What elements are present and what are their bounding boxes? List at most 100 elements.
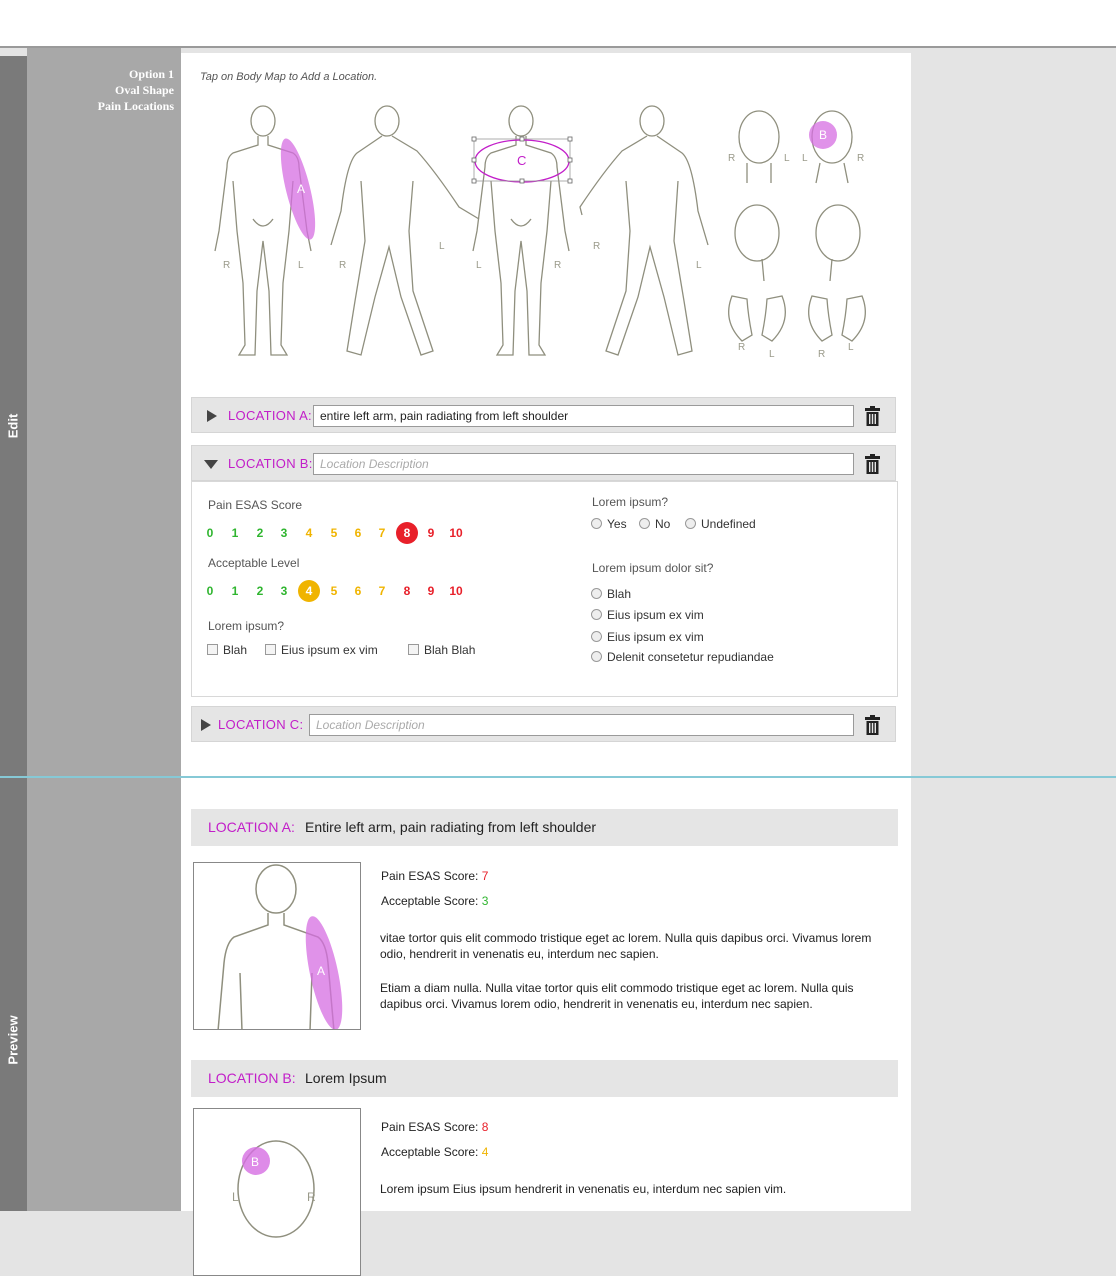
preview-b-pain: Pain ESAS Score: 8 (381, 1120, 488, 1134)
resize-handle[interactable] (471, 178, 477, 184)
score-option[interactable]: 10 (445, 580, 467, 602)
preview-location-b-header: LOCATION B: Lorem Ipsum (191, 1060, 898, 1097)
location-a-input[interactable] (313, 405, 854, 427)
score-option[interactable]: 6 (347, 580, 369, 602)
collapse-arrow-icon[interactable] (204, 460, 218, 469)
side-letter-r2: R (339, 260, 346, 271)
score-option[interactable]: 4 (298, 522, 320, 544)
radio-button[interactable] (591, 631, 602, 642)
location-a-row[interactable]: LOCATION A: (191, 397, 896, 433)
trash-icon[interactable] (865, 406, 880, 426)
radio-button[interactable] (591, 588, 602, 599)
radio-button[interactable] (639, 518, 650, 529)
score-option[interactable]: 9 (420, 580, 442, 602)
expand-arrow-icon[interactable] (207, 410, 217, 422)
radio-option[interactable]: Eius ipsum ex vim (591, 630, 704, 644)
resize-handle[interactable] (567, 136, 573, 142)
radio-button[interactable] (685, 518, 696, 529)
radio-button[interactable] (591, 518, 602, 529)
radio-option[interactable]: Blah (591, 587, 631, 601)
side-letter-l2: L (439, 241, 445, 252)
score-option[interactable]: 7 (371, 522, 393, 544)
score-option[interactable]: 10 (445, 522, 467, 544)
radio-label: Yes (607, 517, 627, 531)
score-option[interactable]: 1 (224, 580, 246, 602)
feet-bottom[interactable] (728, 295, 786, 342)
radio-label: No (655, 517, 671, 531)
thumb-side-l: L (232, 1190, 239, 1204)
radio-option[interactable]: Delenit consetetur repudiandae (591, 650, 774, 664)
checkbox-box[interactable] (207, 644, 218, 655)
score-option[interactable]: 5 (323, 522, 345, 544)
pain-score-scale[interactable]: 0 1 2 3 4 5 6 7 8 9 10 (204, 522, 484, 544)
marker-c-label: C (517, 153, 526, 168)
body-front-figure[interactable] (214, 105, 312, 356)
head-profile-right[interactable] (734, 204, 780, 282)
radio-button[interactable] (591, 651, 602, 662)
score-option[interactable]: 0 (199, 522, 221, 544)
location-c-row[interactable]: LOCATION C: (191, 706, 896, 742)
preview-strip[interactable]: Preview (0, 778, 27, 1211)
resize-handle[interactable] (519, 136, 525, 142)
score-option[interactable]: 8 (396, 522, 418, 544)
checkbox-label: Blah Blah (424, 643, 476, 657)
checkbox-option[interactable]: Blah (207, 643, 247, 657)
preview-location-a-header: LOCATION A: Entire left arm, pain radiat… (191, 809, 898, 846)
score-option[interactable]: 3 (273, 522, 295, 544)
score-option[interactable]: 9 (420, 522, 442, 544)
body-side-figure-right[interactable] (579, 105, 709, 356)
resize-handle[interactable] (471, 136, 477, 142)
trash-icon[interactable] (865, 454, 880, 474)
acceptable-score-caption: Acceptable Score: (381, 1145, 479, 1159)
head-thumbnail: B L R (232, 1140, 316, 1238)
score-option[interactable]: 6 (347, 522, 369, 544)
resize-handle[interactable] (471, 157, 477, 163)
acceptable-level-scale[interactable]: 0 1 2 3 4 5 6 7 8 9 10 (204, 580, 484, 602)
expand-arrow-icon[interactable] (201, 719, 211, 731)
pain-score-label: Pain ESAS Score (208, 498, 303, 512)
location-a-label: LOCATION A: (228, 408, 312, 423)
head-profile-left[interactable] (815, 204, 861, 282)
location-b-input[interactable] (313, 453, 854, 475)
location-b-row[interactable]: LOCATION B: (191, 445, 896, 481)
resize-handle[interactable] (567, 157, 573, 163)
resize-handle[interactable] (567, 178, 573, 184)
marker-a-label: A (297, 182, 305, 196)
body-side-figure-left[interactable] (330, 105, 480, 356)
resize-handle[interactable] (519, 178, 525, 184)
checkbox-option[interactable]: Eius ipsum ex vim (265, 643, 378, 657)
sidebar-line-option: Option 1 (128, 67, 174, 81)
score-option[interactable]: 1 (224, 522, 246, 544)
radio-option[interactable]: Undefined (685, 517, 756, 531)
body-thumbnail: A (217, 864, 343, 1029)
checkbox-box[interactable] (408, 644, 419, 655)
score-option[interactable]: 3 (273, 580, 295, 602)
preview-location-b-title: Lorem Ipsum (305, 1070, 387, 1086)
preview-location-b-image: B L R (193, 1108, 361, 1276)
score-option[interactable]: 4 (298, 580, 320, 602)
score-option[interactable]: 5 (323, 580, 345, 602)
radio-option[interactable]: Eius ipsum ex vim (591, 608, 704, 622)
body-back-figure[interactable] (472, 105, 570, 356)
trash-icon[interactable] (865, 715, 880, 735)
score-option[interactable]: 2 (249, 580, 271, 602)
radio-option[interactable]: Yes (591, 517, 627, 531)
thumb-side-r: R (307, 1190, 316, 1204)
body-map[interactable]: A R L R L C L R R L R L B L R R L R L (202, 101, 892, 371)
radio-option[interactable]: No (639, 517, 670, 531)
feet-top[interactable] (808, 295, 866, 342)
radio-button[interactable] (591, 609, 602, 620)
side-letter-r8: R (818, 349, 825, 360)
head-front[interactable] (738, 110, 780, 183)
score-option[interactable]: 2 (249, 522, 271, 544)
side-letter-r4: R (593, 241, 600, 252)
score-option[interactable]: 0 (199, 580, 221, 602)
checkbox-option[interactable]: Blah Blah (408, 643, 475, 657)
edit-strip[interactable]: Edit (0, 56, 27, 776)
location-c-input[interactable] (309, 714, 854, 736)
top-bar (0, 0, 1116, 46)
score-option[interactable]: 8 (396, 580, 418, 602)
checkbox-box[interactable] (265, 644, 276, 655)
side-letter-l4: L (696, 260, 702, 271)
score-option[interactable]: 7 (371, 580, 393, 602)
